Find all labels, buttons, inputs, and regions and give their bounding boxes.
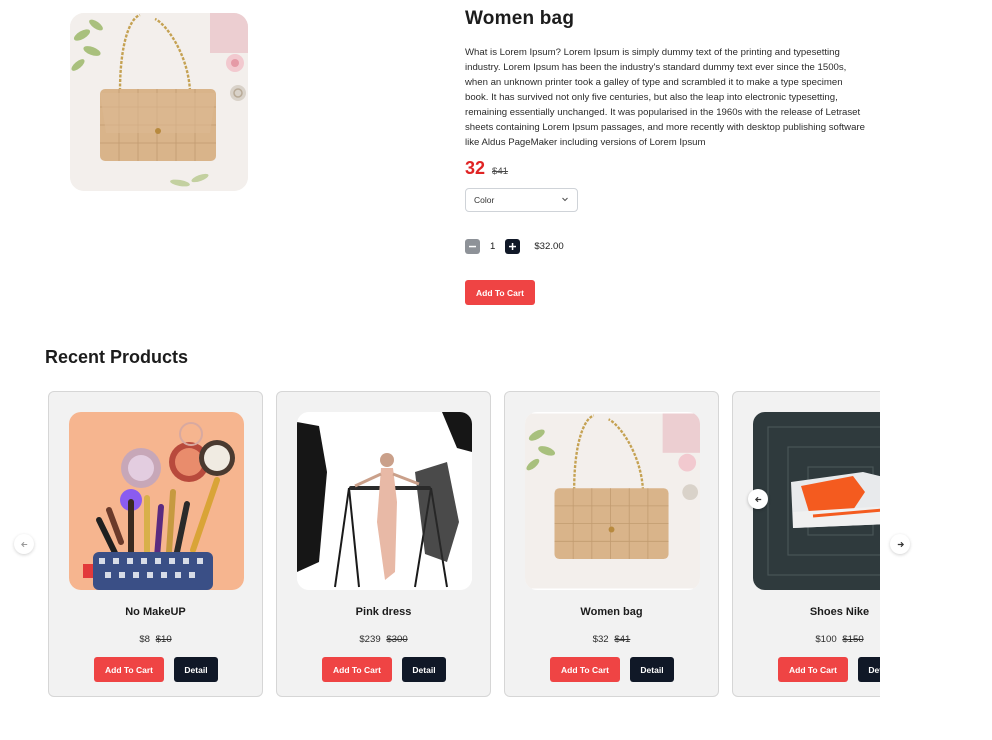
product-card: No MakeUP $8 $10 Add To Cart Detail — [48, 391, 263, 697]
detail-button[interactable]: Detail — [402, 657, 446, 682]
minus-icon — [469, 245, 476, 248]
detail-button[interactable]: Detail — [174, 657, 218, 682]
product-old-price: $41 — [614, 634, 631, 645]
product-actions: Add To Cart Detail — [550, 657, 674, 682]
product-price: $100 — [815, 634, 837, 645]
product-name: Pink dress — [355, 606, 412, 618]
arrow-right-icon — [897, 541, 904, 547]
product-old-price: $10 — [155, 634, 172, 645]
product-thumbnail — [525, 412, 700, 590]
product-prices: $32 $41 — [505, 634, 718, 645]
color-select-label: Color — [474, 195, 495, 205]
color-select[interactable]: Color — [465, 188, 578, 212]
product-prices: $8 $10 — [49, 634, 262, 645]
add-to-cart-button[interactable]: Add To Cart — [94, 657, 164, 682]
recent-products-title: Recent Products — [45, 347, 189, 367]
carousel-prev-button[interactable] — [14, 534, 34, 554]
product-name: No MakeUP — [125, 606, 186, 618]
product-thumbnail — [69, 412, 244, 590]
arrow-left-icon — [20, 541, 27, 547]
product-name: Shoes Nike — [809, 606, 870, 618]
product-actions: Add To Cart Detail — [322, 657, 446, 682]
carousel-next-button[interactable] — [890, 534, 910, 554]
image-prev-button[interactable] — [748, 489, 768, 509]
product-card: Women bag $32 $41 Add To Cart Detail — [504, 391, 719, 697]
product-actions: Add To Cart Detail — [94, 657, 218, 682]
product-prices: $100 $150 — [733, 634, 880, 645]
product-detail: Women bag What is Lorem Ipsum? Lorem Ips… — [465, 8, 865, 305]
old-price: $41 — [492, 166, 509, 177]
recent-products-carousel: No MakeUP $8 $10 Add To Cart Detail Pink… — [48, 391, 880, 698]
product-price: $239 — [359, 634, 381, 645]
product-title: Women bag — [465, 8, 575, 29]
product-name: Women bag — [580, 606, 643, 618]
quantity-value: 1 — [490, 241, 496, 252]
product-prices: $239 $300 — [277, 634, 490, 645]
total-price: $32.00 — [534, 241, 564, 252]
add-to-cart-button[interactable]: Add To Cart — [778, 657, 848, 682]
product-price: $32 — [592, 634, 609, 645]
add-to-cart-button[interactable]: Add To Cart — [322, 657, 392, 682]
detail-button[interactable]: Detail — [630, 657, 674, 682]
minus-button[interactable] — [465, 239, 480, 254]
arrow-left-icon — [754, 496, 761, 502]
product-image — [70, 13, 248, 191]
product-thumbnail — [297, 412, 472, 590]
detail-button[interactable]: Detail — [858, 657, 880, 682]
product-card: Pink dress $239 $300 Add To Cart Detail — [276, 391, 491, 697]
plus-icon — [509, 243, 517, 250]
quantity-stepper: 1 $32.00 — [465, 239, 865, 254]
add-to-cart-button[interactable]: Add To Cart — [550, 657, 620, 682]
product-description: What is Lorem Ipsum? Lorem Ipsum is simp… — [465, 47, 865, 148]
chevron-down-icon — [561, 195, 569, 205]
product-thumbnail — [753, 412, 880, 590]
price-row: 32 $41 — [465, 158, 865, 179]
plus-button[interactable] — [505, 239, 521, 254]
product-old-price: $300 — [386, 634, 408, 645]
product-actions: Add To Cart Detail — [778, 657, 880, 682]
current-price: 32 — [465, 158, 486, 178]
add-to-cart-button[interactable]: Add To Cart — [465, 280, 535, 305]
product-old-price: $150 — [842, 634, 864, 645]
product-price: $8 — [139, 634, 150, 645]
product-card: Shoes Nike $100 $150 Add To Cart Detail — [732, 391, 880, 697]
